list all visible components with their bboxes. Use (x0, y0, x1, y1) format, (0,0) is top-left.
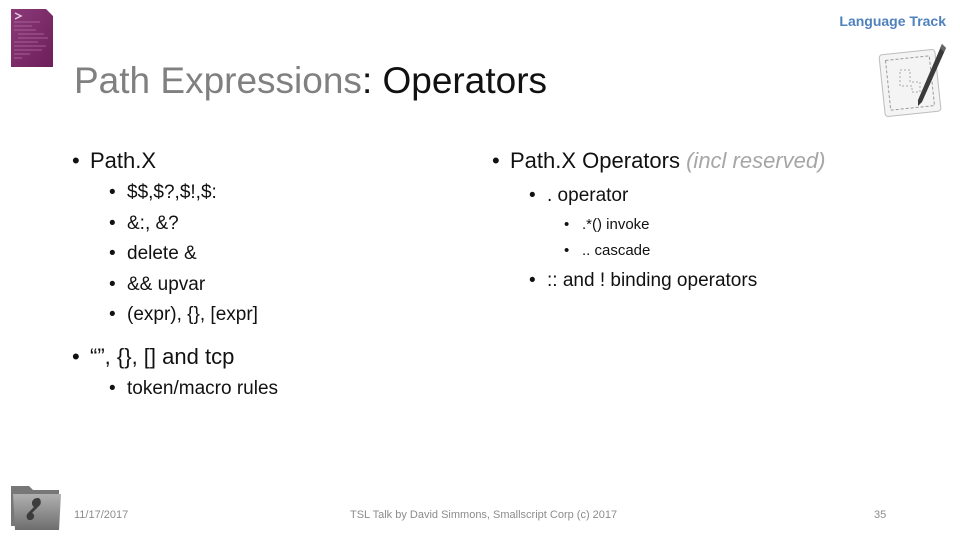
list-item: • delete & (109, 239, 258, 270)
left-column-2: • “”, {}, [] and tcp • token/macro rules (72, 343, 279, 405)
document-icon (10, 8, 54, 68)
bullet-dot: • (109, 182, 116, 203)
bullet-dot: • (109, 304, 116, 325)
title-part2: Operators (372, 60, 548, 101)
title-part1: Path Expressions (74, 60, 362, 101)
bullet-dot: • (109, 378, 116, 399)
list-item: • . operator (529, 181, 825, 212)
heading-text: “”, {}, [] and tcp (90, 344, 235, 369)
item-text: . operator (547, 185, 629, 206)
bullet-dot: • (72, 344, 80, 369)
bullet-dot: • (564, 241, 570, 259)
folder-icon (8, 482, 64, 532)
sub-list-item: • .*() invoke (564, 212, 825, 238)
bullet-dot: • (109, 243, 116, 264)
footer-credit: TSL Talk by David Simmons, Smallscript C… (350, 509, 618, 521)
list-item: •:: and ! binding operators (529, 266, 825, 297)
left-column: • Path.X • $$,$?,$!,$: • &:, &? • delete & … (72, 147, 258, 331)
heading-text: Path.X Operators (510, 148, 680, 173)
list-item: • &:, &? (109, 209, 258, 240)
footer-date: 11/17/2017 (74, 509, 129, 521)
list-item: • && upvar (109, 270, 258, 301)
bullet-dot: • (529, 269, 536, 291)
bullet-dot: • (109, 273, 116, 295)
item-text: &:, &? (127, 212, 179, 234)
item-text: .*() invoke (582, 215, 650, 233)
list-item: • $$,$?,$!,$: (109, 178, 258, 209)
sub-list-item: • .. cascade (564, 238, 825, 264)
heading-note: (incl reserved) (686, 148, 826, 173)
list-item: • token/macro rules (109, 374, 279, 405)
page-number: 35 (874, 509, 887, 521)
item-text: :: and ! binding operators (547, 269, 758, 291)
item-text: && upvar (127, 273, 206, 295)
slide-title: Path Expressions: Operators (74, 58, 547, 104)
item-text: (expr), {}, [expr] (127, 304, 258, 325)
bullet-dot: • (564, 215, 570, 233)
track-label: Language Track (839, 13, 946, 29)
list-item: • (expr), {}, [expr] (109, 300, 258, 331)
bullet-heading: • Path.X (72, 147, 258, 175)
bullet-dot: • (109, 212, 116, 234)
item-text: .. cascade (582, 241, 651, 259)
item-text: $$,$?,$!,$: (127, 182, 217, 203)
bullet-dot: • (72, 148, 80, 173)
title-separator: : (361, 60, 373, 101)
bullet-dot: • (492, 148, 500, 173)
bullet-heading: • “”, {}, [] and tcp (72, 343, 278, 371)
item-text: token/macro rules (127, 378, 279, 399)
bullet-dot: • (529, 185, 536, 206)
bullet-heading: • Path.X Operators (incl reserved) (492, 147, 826, 175)
drafting-pen-icon (876, 40, 952, 120)
heading-text: Path.X (90, 148, 157, 173)
item-text: delete & (127, 243, 197, 264)
right-column: • Path.X Operators (incl reserved) • . op… (492, 147, 826, 297)
